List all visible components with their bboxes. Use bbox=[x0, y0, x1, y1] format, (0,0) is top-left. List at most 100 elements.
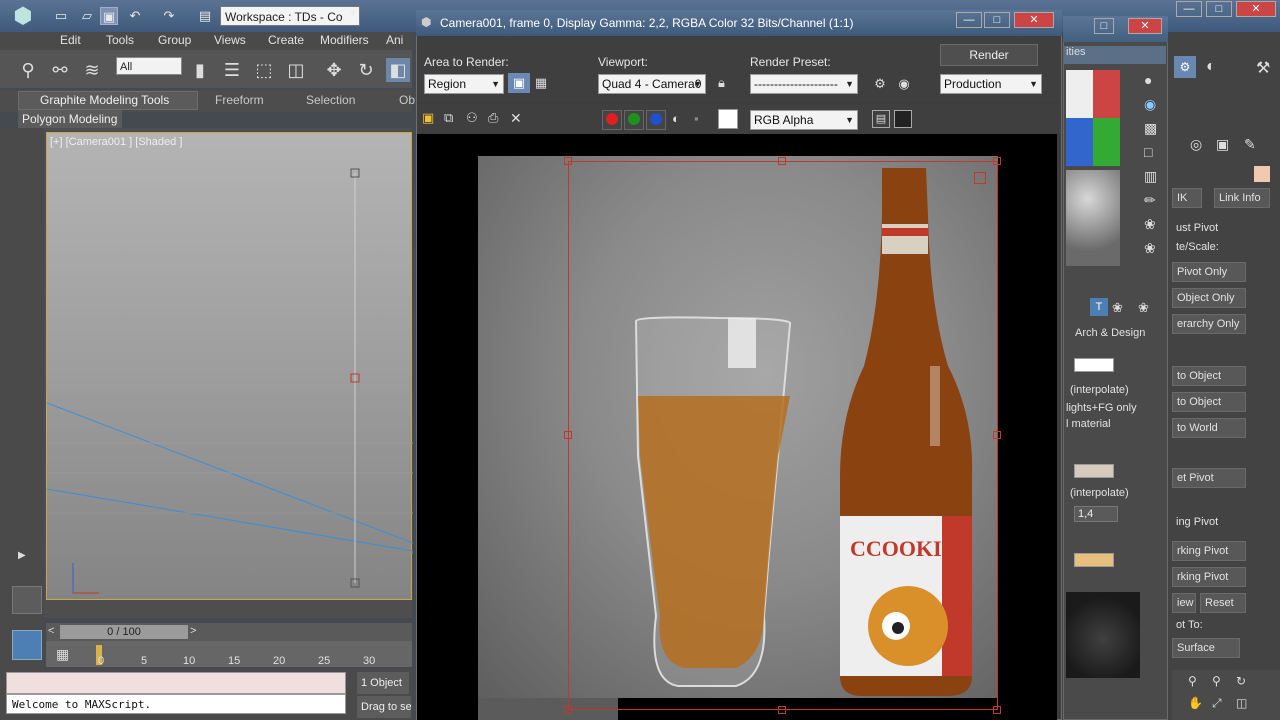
tab-ik[interactable]: IK bbox=[1172, 188, 1202, 208]
open-file-icon[interactable]: ▱ bbox=[78, 7, 96, 25]
project-folder-icon[interactable]: ▤ bbox=[196, 7, 214, 25]
unlink-icon[interactable]: ⚯ bbox=[48, 58, 72, 82]
orbit-icon[interactable]: ↻ bbox=[1236, 674, 1246, 688]
align-to-world-button[interactable]: to World bbox=[1172, 418, 1246, 438]
toggle-ui-overlays-icon[interactable]: ▤ bbox=[872, 110, 890, 128]
align-to-object-button[interactable]: to Object bbox=[1172, 392, 1246, 412]
selection-filter-dropdown[interactable]: All bbox=[116, 57, 182, 75]
alpha-channel-icon[interactable]: ◐ bbox=[672, 111, 680, 126]
redo-icon[interactable]: ↷ bbox=[160, 7, 178, 25]
rotate-icon[interactable]: ↻ bbox=[354, 58, 378, 82]
menu-tools[interactable]: Tools bbox=[106, 33, 134, 47]
reset-pivot-button[interactable]: et Pivot bbox=[1172, 468, 1246, 488]
zoom-all-icon[interactable]: ⚲ bbox=[1212, 674, 1221, 688]
copy-image-icon[interactable]: ⧉ bbox=[444, 110, 453, 126]
ior-spinner[interactable]: 1,4 bbox=[1074, 506, 1118, 522]
save-image-icon[interactable]: ▣ bbox=[422, 110, 434, 126]
reset-button[interactable]: Reset bbox=[1200, 593, 1246, 613]
material-sample-slot[interactable] bbox=[1066, 70, 1120, 166]
region-lock-handle[interactable] bbox=[974, 172, 986, 184]
pan-icon[interactable]: ✋ bbox=[1188, 696, 1203, 710]
time-prev-icon[interactable]: < bbox=[48, 625, 54, 637]
maxscript-listener-input[interactable] bbox=[6, 672, 346, 694]
motion-tab-icon[interactable]: ◐ bbox=[1206, 58, 1216, 76]
select-by-name-icon[interactable]: ☰ bbox=[220, 58, 244, 82]
color-swatch[interactable] bbox=[1254, 166, 1270, 182]
track-view-icon[interactable]: ▦ bbox=[56, 646, 76, 664]
swatch-white[interactable] bbox=[718, 109, 738, 129]
workspace-selector[interactable]: Workspace : TDs - Co bbox=[220, 6, 360, 26]
toggle-ui-icon[interactable] bbox=[894, 110, 912, 128]
hierarchy-tab-icon[interactable]: ⚙ bbox=[1174, 56, 1196, 78]
print-image-icon[interactable]: ⎙ bbox=[488, 110, 498, 126]
working-pivot-header[interactable]: ing Pivot bbox=[1176, 516, 1218, 528]
render-maximize-icon[interactable]: □ bbox=[984, 12, 1010, 28]
maximize-icon[interactable]: □ bbox=[1206, 1, 1232, 17]
region-handle[interactable] bbox=[993, 431, 1001, 439]
align-to-view-button[interactable]: iew bbox=[1172, 593, 1196, 613]
close-icon[interactable]: ✕ bbox=[1236, 1, 1276, 17]
auto-region-icon[interactable]: ▦ bbox=[532, 73, 550, 93]
camera-viewport[interactable] bbox=[46, 132, 413, 600]
color-swatch-amber[interactable] bbox=[1074, 553, 1114, 567]
menu-modifiers[interactable]: Modifiers bbox=[320, 33, 369, 47]
display-icon[interactable]: ◎ bbox=[1190, 136, 1202, 153]
undo-icon[interactable]: ↶ bbox=[126, 7, 144, 25]
adjust-pivot-header[interactable]: ust Pivot bbox=[1176, 222, 1218, 234]
scale-icon[interactable]: ◧ bbox=[386, 58, 410, 82]
wrench-icon[interactable]: ✎ bbox=[1244, 136, 1256, 153]
material-editor-minimize-icon[interactable]: □ bbox=[1094, 18, 1114, 34]
options-icon[interactable]: ❀ bbox=[1144, 216, 1162, 234]
viewport-dropdown[interactable]: Quad 4 - Camera0 ▼ bbox=[598, 74, 706, 94]
tab-graphite-modeling[interactable]: Graphite Modeling Tools bbox=[40, 93, 169, 107]
region-handle[interactable] bbox=[993, 706, 1001, 714]
region-handle[interactable] bbox=[993, 157, 1001, 165]
edit-region-icon[interactable]: ▣ bbox=[508, 73, 530, 93]
zoom-icon[interactable]: ⚲ bbox=[1188, 674, 1197, 688]
move-icon[interactable]: ✥ bbox=[322, 58, 346, 82]
mini-listener-icon[interactable] bbox=[12, 630, 42, 660]
region-handle[interactable] bbox=[778, 157, 786, 165]
menu-edit[interactable]: Edit bbox=[60, 33, 81, 47]
minimize-icon[interactable]: — bbox=[1176, 1, 1202, 17]
channel-display-dropdown[interactable]: RGB Alpha ▼ bbox=[750, 110, 858, 130]
menu-create[interactable]: Create bbox=[268, 33, 304, 47]
render-preset-dropdown[interactable]: --------------------- ▼ bbox=[750, 74, 858, 94]
video-color-check-icon[interactable]: ▥ bbox=[1144, 168, 1162, 186]
uv-tiling-icon[interactable]: □ bbox=[1144, 144, 1162, 162]
clear-icon[interactable]: ✕ bbox=[510, 110, 522, 127]
area-to-render-dropdown[interactable]: Region ▼ bbox=[424, 74, 504, 94]
select-object-icon[interactable]: ▮ bbox=[188, 58, 212, 82]
select-by-material-icon[interactable]: ❀ bbox=[1144, 240, 1162, 258]
edit-working-pivot-button[interactable]: rking Pivot bbox=[1172, 541, 1246, 561]
region-handle[interactable] bbox=[564, 431, 572, 439]
backlight-icon[interactable]: ◉ bbox=[1144, 96, 1162, 114]
render-button[interactable]: Render bbox=[940, 44, 1038, 66]
time-next-icon[interactable]: > bbox=[190, 625, 196, 637]
bind-spacewarp-icon[interactable]: ≋ bbox=[80, 58, 104, 82]
region-handle[interactable] bbox=[564, 706, 572, 714]
render-setup-icon[interactable]: ⚙ bbox=[870, 74, 890, 94]
use-working-pivot-button[interactable]: rking Pivot bbox=[1172, 567, 1246, 587]
polygon-modeling-panel[interactable]: Polygon Modeling bbox=[18, 110, 122, 128]
save-file-icon[interactable]: ▣ bbox=[100, 7, 118, 25]
color-swatch-beige[interactable] bbox=[1074, 464, 1114, 478]
region-select-icon[interactable]: ⬚ bbox=[252, 58, 276, 82]
affect-pivot-only-button[interactable]: Pivot Only bbox=[1172, 262, 1246, 282]
app-logo-icon[interactable]: ⬢ bbox=[6, 1, 40, 31]
background-icon[interactable]: ▩ bbox=[1144, 120, 1162, 138]
chevron-down-icon[interactable]: ▼ bbox=[348, 8, 358, 19]
tab-freeform[interactable]: Freeform bbox=[215, 93, 264, 107]
show-map-icon[interactable]: T bbox=[1090, 298, 1108, 316]
viewport-label[interactable]: [+] [Camera001 ] [Shaded ] bbox=[50, 136, 182, 148]
region-handle[interactable] bbox=[778, 706, 786, 714]
utilities-tab-icon[interactable]: ⚒ bbox=[1256, 58, 1270, 78]
surface-button[interactable]: Surface bbox=[1172, 638, 1240, 658]
production-dropdown[interactable]: Production ▼ bbox=[940, 74, 1042, 94]
affect-hierarchy-only-button[interactable]: erarchy Only bbox=[1172, 314, 1246, 334]
clone-window-icon[interactable]: ⚇ bbox=[466, 110, 478, 126]
center-to-object-button[interactable]: to Object bbox=[1172, 366, 1246, 386]
material-sphere-slot[interactable] bbox=[1066, 170, 1120, 266]
menu-views[interactable]: Views bbox=[214, 33, 246, 47]
monochrome-icon[interactable]: ▪ bbox=[694, 111, 699, 126]
